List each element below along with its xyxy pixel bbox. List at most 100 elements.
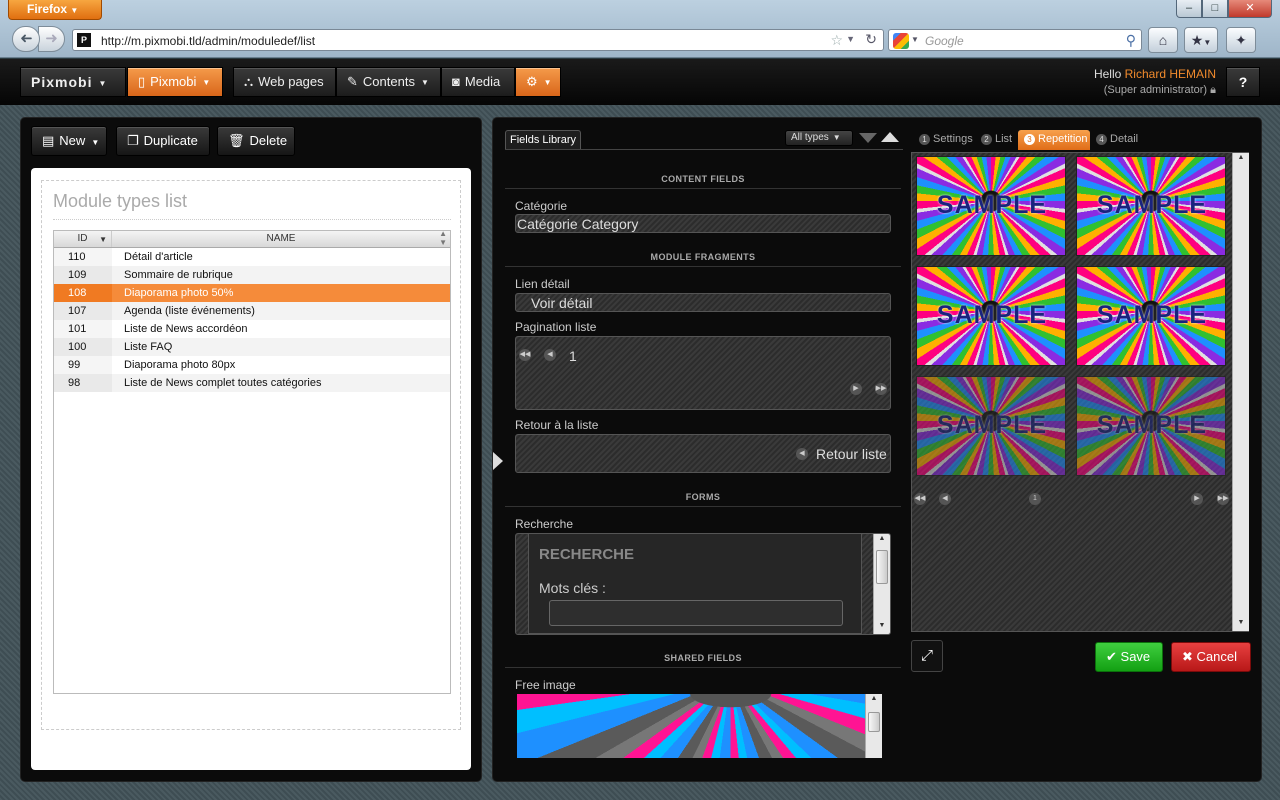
bookmarks-button[interactable]: ★▼ <box>1184 27 1218 53</box>
next-page-icon[interactable]: ▶ <box>1191 493 1203 505</box>
contents-button[interactable]: ✎ Contents ▼ <box>336 67 441 97</box>
tab-repetition[interactable]: 3 Repetition <box>1018 130 1090 150</box>
reload-icon[interactable]: ↻ <box>865 31 877 48</box>
chevron-down-icon: ▼ <box>420 78 429 87</box>
first-page-icon[interactable]: ◀◀ <box>914 493 926 505</box>
save-button[interactable]: ✔ Save <box>1095 642 1163 672</box>
forward-button[interactable]: ➜ <box>38 26 65 52</box>
field-categorie[interactable]: Catégorie Category <box>515 214 891 233</box>
url-text[interactable]: http://m.pixmobi.tld/admin/moduledef/lis… <box>101 34 315 48</box>
scroll-down-icon[interactable]: ▼ <box>1233 619 1249 626</box>
maximize-button[interactable]: □ <box>1202 0 1228 18</box>
column-header-id[interactable]: ID ▼ <box>54 231 112 247</box>
next-page-icon[interactable]: ▶ <box>850 383 862 395</box>
settings-menu-button[interactable]: ⚙ ▼ <box>515 67 561 97</box>
table-row[interactable]: 110 Détail d'article <box>54 248 450 266</box>
type-filter-select[interactable]: All types ▼ <box>785 130 853 146</box>
firefox-menu-button[interactable]: Firefox ▼ <box>8 0 102 20</box>
scroll-thumb[interactable] <box>876 550 888 584</box>
field-label-retour: Retour à la liste <box>515 418 599 432</box>
user-name-link[interactable]: Richard HEMAIN <box>1125 67 1216 81</box>
cancel-button[interactable]: ✖ Cancel <box>1171 642 1251 672</box>
lock-icon[interactable]: 🔒︎ <box>1210 84 1216 96</box>
new-button[interactable]: ▤ New ▼ <box>31 126 107 156</box>
page-number-badge[interactable]: 1 <box>1029 493 1041 505</box>
field-label-pagination: Pagination liste <box>515 320 597 334</box>
table-row[interactable]: 108 Diaporama photo 50% <box>54 284 450 302</box>
table-row[interactable]: 109 Sommaire de rubrique <box>54 266 450 284</box>
sample-watermark: SAMPLE <box>1096 411 1208 439</box>
magnifier-icon[interactable]: ⚲ <box>1126 32 1136 49</box>
media-button[interactable]: ◙ Media <box>441 67 515 97</box>
table-row[interactable]: 101 Liste de News accordéon <box>54 320 450 338</box>
delete-button[interactable]: 🗑︎ Delete <box>217 126 295 156</box>
cell-name: Sommaire de rubrique <box>124 269 233 281</box>
collapse-arrow-icon[interactable] <box>493 452 503 470</box>
scroll-up-icon[interactable]: ▲ <box>1233 154 1249 161</box>
last-page-icon[interactable]: ▶▶ <box>1217 493 1229 505</box>
sample-thumbnail[interactable]: SAMPLE <box>1076 156 1226 256</box>
greeting-prefix: Hello <box>1093 67 1122 81</box>
site-menu-button[interactable]: ▯ Pixmobi ▼ <box>127 67 223 97</box>
field-free-image[interactable]: ▲ <box>505 694 903 758</box>
duplicate-button[interactable]: ❐ Duplicate <box>116 126 210 156</box>
tab-detail[interactable]: 4 Detail <box>1090 130 1144 150</box>
free-image-preview <box>517 694 873 758</box>
scroll-up-icon[interactable]: ▲ <box>866 695 882 702</box>
tab-fields-library[interactable]: Fields Library <box>505 130 581 150</box>
sample-thumbnail[interactable]: SAMPLE <box>916 156 1066 256</box>
web-pages-button[interactable]: ⛬ Web pages <box>233 67 336 97</box>
column-header-name[interactable]: NAME ▲ ▼ <box>112 229 450 247</box>
scroll-thumb[interactable] <box>868 712 880 732</box>
home-button[interactable]: ⌂ <box>1148 27 1178 53</box>
collapse-all-icon[interactable] <box>881 132 899 142</box>
pagination-page-number[interactable]: 1 <box>569 348 577 364</box>
close-window-button[interactable]: ✕ <box>1228 0 1272 18</box>
column-header-id-label: ID <box>77 233 88 244</box>
fullscreen-button[interactable]: ⤢ <box>911 640 943 672</box>
prev-page-icon[interactable]: ◀ <box>544 349 556 361</box>
tab-list[interactable]: 2 List <box>975 130 1017 150</box>
help-button[interactable]: ? <box>1226 67 1260 97</box>
last-page-icon[interactable]: ▶▶ <box>875 383 887 395</box>
preview-scrollbar[interactable]: ▲ ▼ <box>1232 153 1249 631</box>
search-engine-dropdown-icon[interactable]: ▼ <box>911 35 919 44</box>
minimize-button[interactable]: – <box>1176 0 1202 18</box>
keywords-input[interactable] <box>549 600 843 626</box>
scroll-up-icon[interactable]: ▲ <box>874 535 890 542</box>
sample-thumbnail[interactable]: SAMPLE <box>1076 266 1226 366</box>
sample-thumbnail[interactable]: SAMPLE <box>916 376 1066 476</box>
field-lien-detail[interactable]: Voir détail <box>515 293 891 312</box>
url-dropdown-icon[interactable]: ▼ <box>846 34 855 44</box>
chevron-down-icon: ▼ <box>98 79 107 88</box>
sample-thumbnail[interactable]: SAMPLE <box>1076 376 1226 476</box>
search-bar[interactable]: ▼ Google ⚲ <box>888 29 1142 51</box>
app-header: Pixmobi ▼ ▯ Pixmobi ▼ ⛬ Web pages ✎ Contents ▼… <box>0 59 1280 105</box>
expand-all-icon[interactable] <box>859 133 877 143</box>
url-bar[interactable]: P http://m.pixmobi.tld/admin/moduledef/l… <box>72 29 884 51</box>
field-recherche[interactable]: RECHERCHE Mots clés : ▲ ▼ <box>515 533 891 635</box>
scroll-down-icon[interactable]: ▼ <box>874 622 890 629</box>
table-row[interactable]: 100 Liste FAQ <box>54 338 450 356</box>
list-container: Module types list ID ▼ NAME ▲ ▼ 110 Détail d… <box>41 180 461 730</box>
field-pagination[interactable]: ◀◀ ◀ 1 ▶ ▶▶ <box>515 336 891 410</box>
logo-menu[interactable]: Pixmobi ▼ <box>20 67 126 97</box>
prev-page-icon[interactable]: ◀ <box>939 493 951 505</box>
table-row[interactable]: 107 Agenda (liste événements) <box>54 302 450 320</box>
first-page-icon[interactable]: ◀◀ <box>519 349 531 361</box>
sample-thumbnail[interactable]: SAMPLE <box>916 266 1066 366</box>
table-row[interactable]: 98 Liste de News complet toutes catégorie… <box>54 374 450 392</box>
arrow-right-icon: ➜ <box>45 30 58 47</box>
close-icon: ✖ <box>1182 649 1193 664</box>
field-retour-liste[interactable]: ◀ Retour liste <box>515 434 891 473</box>
module-list-card: Module types list ID ▼ NAME ▲ ▼ 110 Détail d… <box>31 168 471 770</box>
extension-button[interactable]: ✦ <box>1226 27 1256 53</box>
google-icon[interactable] <box>893 33 909 49</box>
bookmark-star-icon[interactable]: ☆ <box>830 32 843 49</box>
table-row[interactable]: 99 Diaporama photo 80px <box>54 356 450 374</box>
search-input[interactable]: Google <box>925 34 964 48</box>
back-button[interactable]: ➜ <box>12 26 40 52</box>
recherche-scrollbar[interactable]: ▲ ▼ <box>873 534 890 634</box>
free-image-scrollbar[interactable]: ▲ <box>865 694 882 758</box>
tab-settings[interactable]: 1 Settings <box>913 130 975 150</box>
